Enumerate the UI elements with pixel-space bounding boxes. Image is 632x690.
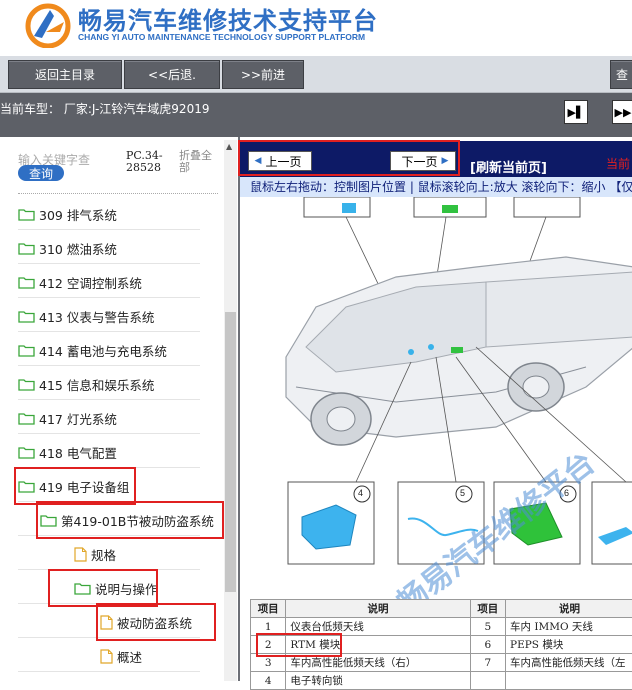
scroll-up-icon[interactable]: ▲ <box>226 142 232 151</box>
table-cell: 6 <box>470 636 505 654</box>
scrollbar-thumb[interactable] <box>225 312 236 592</box>
folder-icon <box>18 310 35 323</box>
vehicle-illustration <box>246 197 632 602</box>
column-header: 项目 <box>251 600 286 618</box>
tree-item[interactable]: 309 排气系统 <box>18 203 117 225</box>
divider <box>18 193 218 194</box>
left-panel: 输入关键字查 查询 PC.34-28528 折叠全部 309 排气系统310 燃… <box>0 137 238 681</box>
table-cell: PEPS 模块 <box>506 636 632 654</box>
table-cell: 7 <box>470 654 505 672</box>
tree-item[interactable]: 规格 <box>74 543 116 565</box>
highlight-box <box>48 569 158 607</box>
tree-item[interactable]: 418 电气配置 <box>18 441 117 463</box>
folder-icon <box>18 344 35 357</box>
expand-icon: ▶▶ <box>615 106 632 119</box>
query-button[interactable]: 查 <box>610 60 632 89</box>
highlight-box <box>238 140 460 176</box>
tree-item[interactable]: 417 灯光系统 <box>18 407 117 429</box>
row-divider <box>18 263 200 264</box>
tree-item-label: 417 灯光系统 <box>39 409 117 428</box>
row-divider <box>18 671 200 672</box>
vehicle-bar: 当前车型： 厂家:J-江铃汽车域虎92019 ▶▌ ▶▶ <box>0 93 632 137</box>
forward-button[interactable]: >>前进 <box>222 60 304 89</box>
tree-item[interactable]: 概述 <box>100 645 142 667</box>
search-button[interactable]: 查询 <box>18 165 64 181</box>
highlight-box <box>14 467 136 505</box>
expand-button[interactable]: ▶▶ <box>612 100 632 124</box>
brand-title: 畅易汽车维修技术支持平台 <box>78 1 378 36</box>
document-icon <box>100 649 113 664</box>
tree-item[interactable]: 412 空调控制系统 <box>18 271 142 293</box>
tree-item-label: 418 电气配置 <box>39 443 117 462</box>
folder-icon <box>18 446 35 459</box>
vehicle-diagram[interactable]: 4 5 6 JMC35641901B001 畅易汽车维修平台 <box>246 197 632 602</box>
home-button[interactable]: 返回主目录 <box>8 60 122 89</box>
brand-subtitle: CHANG YI AUTO MAINTENANCE TECHNOLOGY SUP… <box>78 32 365 42</box>
tree-item-label: 概述 <box>117 647 142 666</box>
refresh-link[interactable]: [刷新当前页] <box>470 157 547 176</box>
row-divider <box>18 365 200 366</box>
header: 畅易汽车维修技术支持平台 CHANG YI AUTO MAINTENANCE T… <box>0 0 632 56</box>
table-header-row: 项目 说明 项目 说明 <box>251 600 632 618</box>
tree-item-label: 414 蓄电池与充电系统 <box>39 341 167 360</box>
viewer-panel: ◀ 上一页 下一页 ▶ [刷新当前页] 当前 鼠标左右拖动：控制图片位置 | 鼠… <box>238 137 632 681</box>
tree-item-label: 412 空调控制系统 <box>39 273 142 292</box>
folder-icon <box>18 412 35 425</box>
column-header: 项目 <box>470 600 505 618</box>
folder-icon <box>18 276 35 289</box>
pc-label-text: PC.34-28528 <box>126 150 164 174</box>
document-icon <box>74 547 87 562</box>
column-header: 说明 <box>286 600 470 618</box>
collapse-all-label: 折叠全部 <box>179 150 215 174</box>
column-header: 说明 <box>506 600 632 618</box>
tree-item-label: 413 仪表与警告系统 <box>39 307 154 326</box>
panel-right-icon: ▶▌ <box>568 106 585 119</box>
folder-icon <box>18 208 35 221</box>
highlight-box <box>36 501 224 539</box>
row-divider <box>18 399 200 400</box>
toolbar: 返回主目录 <<后退. >>前进 查 <box>0 56 632 93</box>
tree-item[interactable]: 414 蓄电池与充电系统 <box>18 339 167 361</box>
folder-icon <box>18 242 35 255</box>
tree-item[interactable]: 310 燃油系统 <box>18 237 117 259</box>
panel-toggle-button[interactable]: ▶▌ <box>564 100 588 124</box>
highlight-box <box>256 633 342 657</box>
viewer-hint: 鼠标左右拖动：控制图片位置 | 鼠标滚轮向上:放大 滚轮向下：缩小 【仅 <box>240 177 632 197</box>
table-cell: 车内 IMMO 天线 <box>506 618 632 636</box>
collapse-all-button[interactable]: 折叠全部 <box>179 150 215 174</box>
row-divider <box>18 229 200 230</box>
tree-item[interactable]: 415 信息和娱乐系统 <box>18 373 154 395</box>
row-divider <box>18 331 200 332</box>
table-cell: 5 <box>470 618 505 636</box>
callout-5: 5 <box>460 488 465 498</box>
table-cell: 车内高性能低频天线（左 <box>506 654 632 672</box>
tree-item-label: 310 燃油系统 <box>39 239 117 258</box>
folder-icon <box>18 378 35 391</box>
current-vehicle: 当前车型： 厂家:J-江铃汽车域虎92019 <box>0 100 209 117</box>
tree-item[interactable]: 413 仪表与警告系统 <box>18 305 154 327</box>
pc-label: PC.34-28528 <box>126 150 164 174</box>
tree-item-label: 规格 <box>91 545 116 564</box>
row-divider <box>18 297 200 298</box>
tree-item-label: 309 排气系统 <box>39 205 117 224</box>
highlight-box <box>96 603 216 641</box>
current-page-label: 当前 <box>606 155 630 172</box>
tree-item-label: 415 信息和娱乐系统 <box>39 375 154 394</box>
back-button[interactable]: <<后退. <box>124 60 220 89</box>
callout-4: 4 <box>358 488 363 498</box>
logo-icon <box>24 2 72 48</box>
row-divider <box>18 433 200 434</box>
